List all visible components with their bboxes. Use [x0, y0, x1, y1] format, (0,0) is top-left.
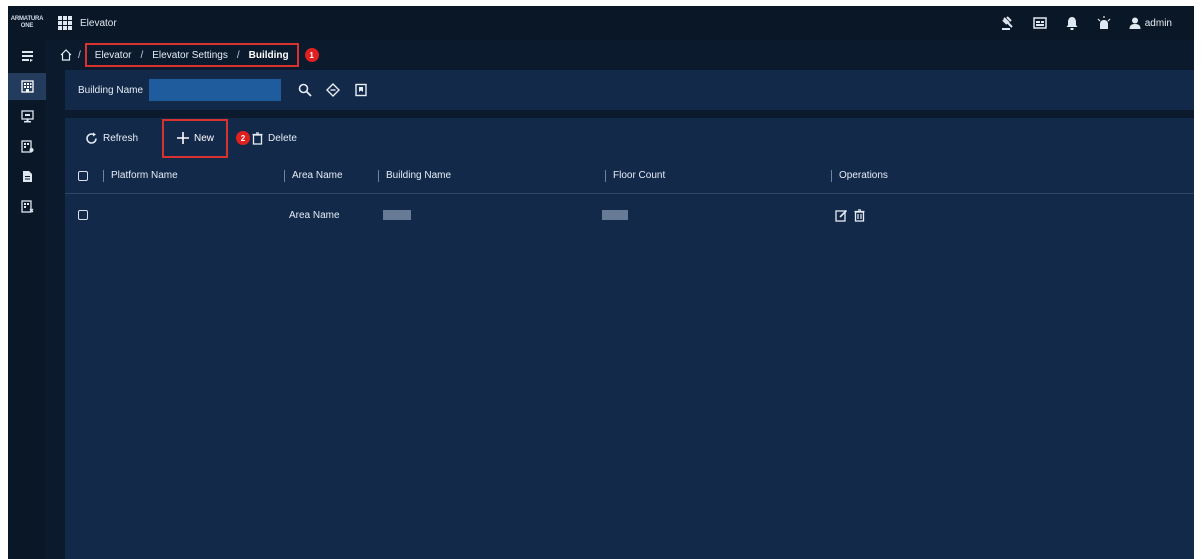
sidebar-item-device[interactable]	[8, 103, 46, 130]
breadcrumb-separator: /	[78, 49, 81, 61]
delete-button[interactable]: Delete	[252, 131, 297, 145]
breadcrumb-separator: /	[140, 49, 144, 61]
column-header-label: Area Name	[292, 170, 343, 181]
column-header-building-name[interactable]: Building Name	[378, 169, 452, 182]
logo-line-1: ARMATURA	[10, 16, 44, 22]
building-list-panel: Refresh New 2 Delete Platform Name Area …	[65, 118, 1194, 559]
column-header-operations: Operations	[831, 169, 888, 182]
building-name-label: Building Name	[78, 84, 144, 96]
monitor-icon[interactable]	[1033, 16, 1047, 30]
bell-icon[interactable]	[1065, 16, 1079, 30]
column-header-label: Platform Name	[111, 170, 178, 181]
cell-building-name-redacted	[383, 210, 411, 220]
sidebar-item-settings[interactable]	[8, 193, 46, 220]
cell-operations	[835, 208, 865, 222]
redacted-value	[383, 210, 411, 220]
alarm-icon[interactable]	[1097, 16, 1111, 30]
breadcrumb-item-elevator[interactable]: Elevator	[95, 50, 132, 61]
trash-icon	[252, 131, 263, 145]
user-menu[interactable]: admin	[1129, 17, 1172, 29]
step-marker-2: 2	[236, 131, 251, 145]
app-window: ARMATURA ONE Elevator admin / Elevator /…	[8, 6, 1194, 559]
row-checkbox-cell	[78, 210, 88, 220]
topbar-actions: admin	[1001, 16, 1194, 30]
monitor-device-icon	[20, 110, 34, 123]
step-marker-1: 1	[304, 48, 319, 62]
table-row[interactable]: Area Name	[65, 194, 1194, 236]
refresh-icon	[86, 132, 97, 144]
column-header-label: Floor Count	[613, 170, 666, 181]
building-key-icon	[20, 140, 33, 153]
column-header-label: Building Name	[386, 170, 452, 181]
column-header-floor-count[interactable]: Floor Count	[605, 169, 666, 182]
sidebar-item-list[interactable]	[8, 43, 46, 70]
sidebar	[8, 40, 46, 559]
list-icon	[21, 51, 33, 62]
search-icon[interactable]	[297, 82, 313, 98]
new-label: New	[194, 132, 215, 144]
document-icon	[22, 171, 32, 182]
delete-row-icon[interactable]	[854, 208, 865, 222]
column-header-platform-name[interactable]: Platform Name	[103, 169, 178, 182]
username: admin	[1144, 17, 1172, 29]
breadcrumb-item-building: Building	[248, 49, 289, 61]
sidebar-item-access-levels[interactable]	[8, 133, 46, 160]
building-icon	[20, 80, 34, 93]
sidebar-item-building[interactable]	[8, 73, 46, 100]
column-header-label: Operations	[839, 170, 888, 181]
apps-grid-icon[interactable]	[58, 16, 72, 30]
building-settings-icon	[20, 200, 33, 213]
delete-label: Delete	[268, 132, 297, 144]
save-filter-icon[interactable]	[353, 82, 369, 98]
row-checkbox[interactable]	[78, 210, 88, 220]
user-icon	[1129, 17, 1141, 29]
refresh-label: Refresh	[103, 132, 139, 144]
cell-area-name: Area Name	[289, 209, 340, 221]
select-all-checkbox[interactable]	[78, 170, 88, 181]
breadcrumb-highlight: Elevator / Elevator Settings / Building	[84, 43, 299, 67]
top-bar: ARMATURA ONE Elevator admin	[8, 6, 1194, 40]
toolbar: Refresh New 2 Delete	[65, 118, 1194, 158]
cell-floor-count-redacted	[602, 210, 628, 220]
new-button[interactable]: New	[162, 118, 229, 158]
column-header-area-name[interactable]: Area Name	[284, 169, 343, 182]
search-panel: Building Name	[65, 70, 1194, 110]
gavel-icon[interactable]	[1001, 16, 1015, 30]
table-header: Platform Name Area Name Building Name Fl…	[65, 158, 1194, 194]
redacted-value	[602, 210, 628, 220]
breadcrumb-item-elevator-settings[interactable]: Elevator Settings	[152, 50, 228, 61]
building-name-input[interactable]	[149, 79, 282, 101]
brand-logo[interactable]: ARMATURA ONE	[8, 6, 46, 40]
edit-icon[interactable]	[835, 209, 848, 222]
select-all-checkbox-cell	[78, 170, 88, 181]
logo-line-2: ONE	[20, 23, 34, 29]
plus-icon	[177, 132, 189, 144]
clear-filter-icon[interactable]	[325, 82, 341, 98]
breadcrumb-separator: /	[236, 49, 240, 61]
app-title: Elevator	[80, 17, 117, 29]
home-icon[interactable]	[60, 49, 72, 61]
building-table: Platform Name Area Name Building Name Fl…	[65, 158, 1194, 236]
breadcrumb: / Elevator / Elevator Settings / Buildin…	[46, 40, 1194, 70]
refresh-button[interactable]: Refresh	[85, 132, 138, 145]
sidebar-item-reports[interactable]	[8, 163, 46, 190]
